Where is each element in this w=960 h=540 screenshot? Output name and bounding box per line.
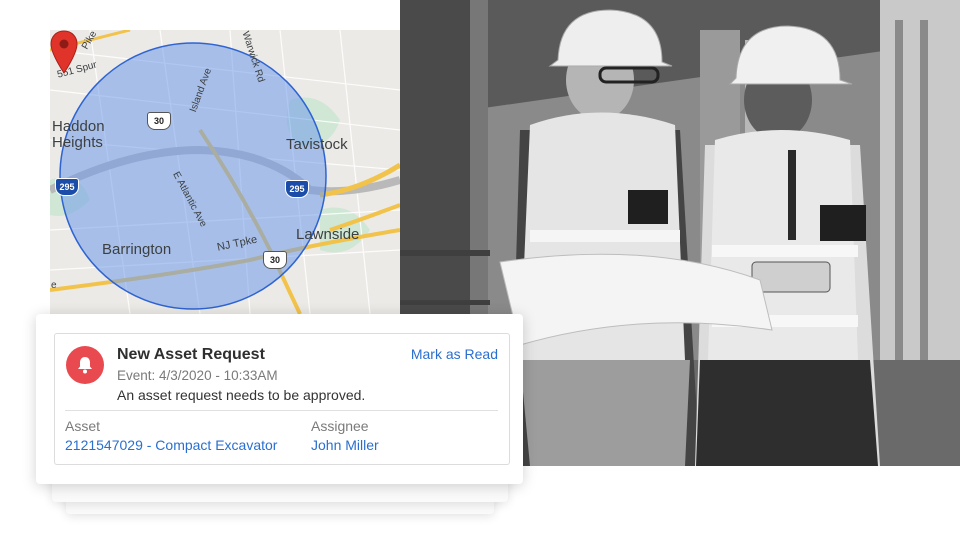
interstate-295-shield-icon: 295 [55,178,79,196]
map-label-tavistock: Tavistock [286,136,348,153]
us-30-shield-icon: 30 [263,251,287,269]
notification-event-time: Event: 4/3/2020 - 10:33AM [117,368,278,383]
geofence-circle[interactable] [59,42,327,310]
bell-icon-badge [66,346,104,384]
map-label-edge: e [51,280,57,291]
notification-divider [65,410,498,411]
map-label-heights: Heights [52,134,103,151]
assignee-label: Assignee [311,418,369,434]
notification-card[interactable]: New Asset Request Event: 4/3/2020 - 10:3… [54,333,510,465]
interstate-295-shield-icon: 295 [285,180,309,198]
notification-message: An asset request needs to be approved. [117,387,366,403]
bell-icon [78,357,92,374]
map-label-barrington: Barrington [102,241,172,258]
mark-as-read-link[interactable]: Mark as Read [411,346,498,362]
asset-link[interactable]: 2121547029 - Compact Excavator [65,437,277,453]
us-30-shield-icon: 30 [147,112,171,130]
map-panel[interactable]: Haddon Heights Tavistock Barrington Lawn… [50,30,400,314]
notification-title: New Asset Request [117,346,265,363]
asset-label: Asset [65,418,101,434]
location-pin-icon[interactable] [50,30,78,74]
map-label-lawnside: Lawnside [296,226,360,243]
map-canvas[interactable] [50,30,400,314]
map-label-haddon: Haddon [52,118,105,135]
assignee-link[interactable]: John Miller [311,437,379,453]
